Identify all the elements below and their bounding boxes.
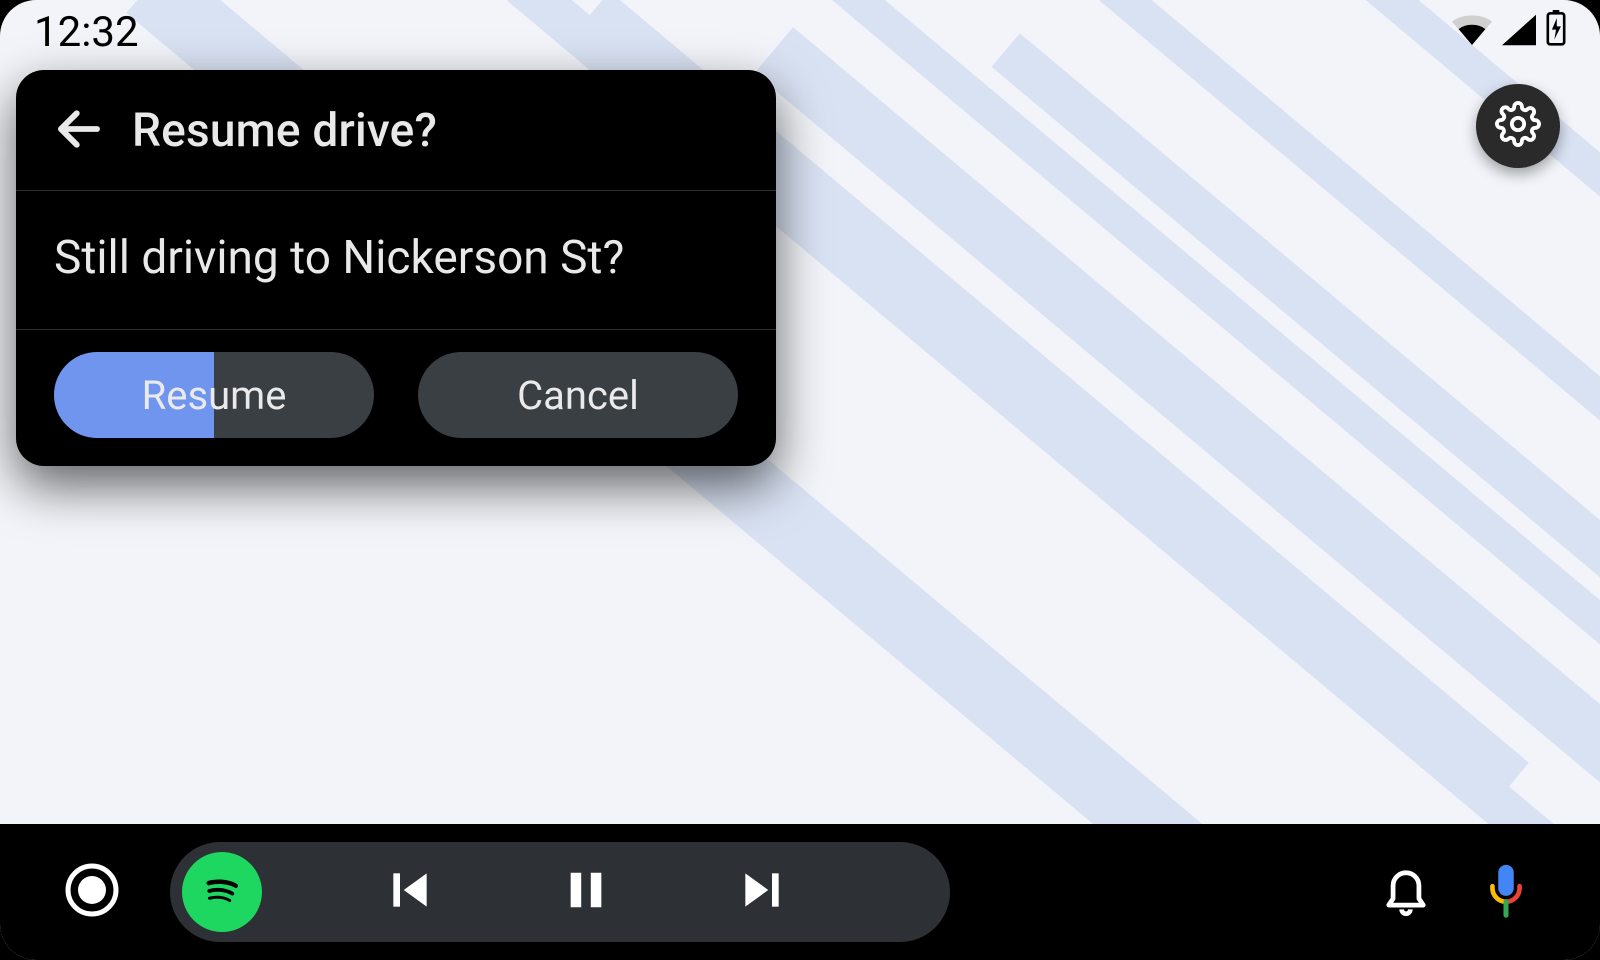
next-track-icon bbox=[737, 865, 787, 919]
spotify-icon bbox=[196, 864, 248, 920]
previous-track-button[interactable] bbox=[382, 864, 438, 920]
home-dot-icon bbox=[64, 862, 120, 922]
wifi-icon bbox=[1452, 8, 1492, 57]
back-arrow-icon[interactable] bbox=[52, 102, 106, 160]
spotify-app-button[interactable] bbox=[182, 852, 262, 932]
google-assistant-button[interactable] bbox=[1476, 862, 1536, 922]
media-control-bar bbox=[170, 842, 950, 942]
google-mic-icon bbox=[1482, 861, 1530, 923]
pause-icon bbox=[563, 865, 609, 919]
cancel-button[interactable]: Cancel bbox=[418, 352, 738, 438]
dialog-actions: Resume Cancel bbox=[16, 330, 776, 466]
battery-charging-icon bbox=[1546, 8, 1566, 57]
resume-drive-dialog: Resume drive? Still driving to Nickerson… bbox=[16, 70, 776, 466]
bottom-bar bbox=[0, 824, 1600, 960]
previous-track-icon bbox=[385, 865, 435, 919]
gear-icon bbox=[1495, 101, 1541, 151]
resume-button-label: Resume bbox=[142, 372, 287, 419]
cellular-icon bbox=[1502, 8, 1536, 57]
screen: 12:32 bbox=[0, 0, 1600, 960]
status-bar: 12:32 bbox=[0, 0, 1600, 64]
notifications-button[interactable] bbox=[1376, 862, 1436, 922]
dialog-message: Still driving to Nickerson St? bbox=[54, 227, 738, 289]
status-clock: 12:32 bbox=[34, 8, 139, 57]
dialog-titlebar: Resume drive? bbox=[16, 70, 776, 191]
settings-button[interactable] bbox=[1476, 84, 1560, 168]
bell-icon bbox=[1380, 862, 1432, 922]
resume-button[interactable]: Resume bbox=[54, 352, 374, 438]
status-indicators bbox=[1452, 8, 1566, 57]
cancel-button-label: Cancel bbox=[517, 372, 639, 419]
home-button[interactable] bbox=[64, 864, 120, 920]
dialog-title: Resume drive? bbox=[132, 104, 437, 158]
next-track-button[interactable] bbox=[734, 864, 790, 920]
pause-button[interactable] bbox=[558, 864, 614, 920]
dialog-body: Still driving to Nickerson St? bbox=[16, 191, 776, 330]
